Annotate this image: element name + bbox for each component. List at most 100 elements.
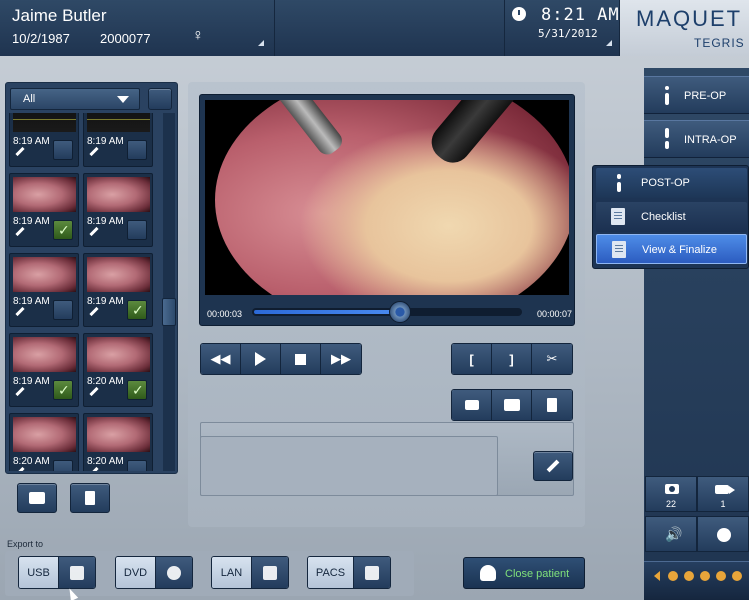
nav-checklist-label: Checklist: [641, 211, 686, 223]
video-progress-fill: [254, 310, 401, 314]
print-icon: [29, 492, 45, 504]
thumbnail-item[interactable]: 8:19 AM: [9, 333, 79, 407]
thumbnail-item[interactable]: 8:19 AM: [9, 173, 79, 247]
nav-preop[interactable]: PRE-OP: [644, 76, 749, 114]
mark-out-button[interactable]: ]: [492, 344, 532, 374]
mark-in-button[interactable]: [: [452, 344, 492, 374]
thumbnail-checkbox[interactable]: [53, 380, 73, 400]
thumbnail-item[interactable]: 8:20 AM: [83, 413, 153, 471]
export-pacs-button[interactable]: PACS: [307, 556, 391, 589]
clock-expand-icon[interactable]: [606, 40, 612, 46]
camera-icon: [665, 484, 679, 494]
thumbnail-checkbox[interactable]: [127, 140, 147, 160]
export-usb-label: USB: [19, 557, 59, 588]
export-dvd-button[interactable]: DVD: [115, 556, 193, 589]
pencil-icon[interactable]: [89, 466, 99, 471]
photo-count-button[interactable]: 22: [645, 476, 697, 512]
snapshot-button[interactable]: [452, 390, 492, 420]
nav-intraop[interactable]: INTRA-OP: [644, 120, 749, 158]
nav-postop[interactable]: POST-OP: [596, 168, 747, 198]
audio-button[interactable]: 🔊: [645, 516, 697, 552]
export-label: Export to: [7, 539, 44, 549]
print-icon: [503, 399, 520, 411]
thumbnail-checkbox[interactable]: [127, 220, 147, 240]
capture-controls: [451, 389, 573, 421]
network-icon: [717, 528, 731, 542]
rewind-button[interactable]: ◀◀: [201, 344, 241, 374]
thumbnail-item[interactable]: 8:19 AM: [9, 113, 79, 167]
current-time: 8:21 AM: [541, 5, 620, 25]
play-icon: [255, 352, 266, 366]
tool-icon[interactable]: [684, 571, 694, 581]
tool-icon[interactable]: [716, 571, 726, 581]
close-patient-button[interactable]: Close patient: [463, 557, 585, 589]
thumbnail-checkbox[interactable]: [53, 300, 73, 320]
rewind-icon: ◀◀: [210, 351, 231, 366]
thumbnail-image: [13, 113, 76, 132]
filter-dropdown[interactable]: All: [10, 88, 140, 110]
nav-intraop-label: INTRA-OP: [684, 134, 737, 146]
pencil-icon[interactable]: [89, 386, 99, 397]
thumbnail-checkbox[interactable]: [127, 300, 147, 320]
pencil-icon[interactable]: [15, 386, 25, 397]
thumbnail-checkbox[interactable]: [53, 460, 73, 471]
thumbnail-item[interactable]: 8:20 AM: [9, 413, 79, 471]
speaker-icon: 🔊: [665, 526, 683, 542]
pencil-icon[interactable]: [89, 306, 99, 317]
stop-button[interactable]: [281, 344, 321, 374]
forward-icon: ▶▶: [331, 351, 351, 366]
thumbnail-image: [87, 417, 150, 452]
delete-button[interactable]: [532, 390, 572, 420]
notes-text-field[interactable]: [200, 436, 498, 496]
edit-notes-button[interactable]: [533, 451, 573, 481]
thumbnail-time: 8:19 AM: [13, 216, 50, 227]
pencil-icon[interactable]: [15, 146, 25, 157]
export-usb-button[interactable]: USB: [18, 556, 96, 589]
pencil-icon[interactable]: [89, 146, 99, 157]
nav-checklist[interactable]: Checklist: [596, 202, 747, 232]
postop-icon-bar: [617, 182, 621, 192]
thumbnail-checkbox[interactable]: [53, 220, 73, 240]
network-button[interactable]: [697, 516, 749, 552]
thumbnail-checkbox[interactable]: [53, 140, 73, 160]
thumbnail-item[interactable]: 8:20 AM: [83, 333, 153, 407]
endoscopic-video-image: [215, 100, 569, 295]
pencil-icon[interactable]: [15, 466, 25, 471]
trash-icon: [85, 491, 95, 505]
export-lan-button[interactable]: LAN: [211, 556, 289, 589]
print-selected-button[interactable]: [17, 483, 57, 513]
thumbnail-time: 8:20 AM: [87, 456, 124, 467]
scrollbar-handle[interactable]: [162, 298, 176, 326]
thumbnail-checkbox[interactable]: [127, 380, 147, 400]
video-count-button[interactable]: 1: [697, 476, 749, 512]
tool-prev-icon[interactable]: [654, 571, 660, 581]
header-spacer: [275, 0, 505, 56]
delete-selected-button[interactable]: [70, 483, 110, 513]
forward-button[interactable]: ▶▶: [321, 344, 361, 374]
thumbnail-item[interactable]: 8:19 AM: [9, 253, 79, 327]
select-all-checkbox[interactable]: [148, 88, 172, 110]
thumbnail-item[interactable]: 8:19 AM: [83, 113, 153, 167]
patient-name: Jaime Butler: [12, 6, 107, 25]
video-current-time: 00:00:03: [207, 309, 243, 319]
nav-view-finalize[interactable]: View & Finalize: [596, 234, 747, 264]
stop-icon: [295, 353, 306, 365]
trash-icon: [547, 398, 557, 412]
print-button[interactable]: [492, 390, 532, 420]
thumbnail-item[interactable]: 8:19 AM: [83, 173, 153, 247]
video-player[interactable]: [205, 100, 569, 295]
thumbnail-checkbox[interactable]: [127, 460, 147, 471]
patient-expand-icon[interactable]: [258, 40, 264, 46]
play-button[interactable]: [241, 344, 281, 374]
tool-icon[interactable]: [732, 571, 742, 581]
chevron-down-icon: [117, 96, 129, 103]
network-icon: [252, 557, 288, 588]
pencil-icon[interactable]: [15, 226, 25, 237]
tool-icon[interactable]: [668, 571, 678, 581]
cut-button[interactable]: ✂: [532, 344, 572, 374]
pencil-icon[interactable]: [89, 226, 99, 237]
thumbnail-item[interactable]: 8:19 AM: [83, 253, 153, 327]
tool-icon[interactable]: [700, 571, 710, 581]
thumbnail-scrollbar[interactable]: [163, 113, 175, 471]
pencil-icon[interactable]: [15, 306, 25, 317]
